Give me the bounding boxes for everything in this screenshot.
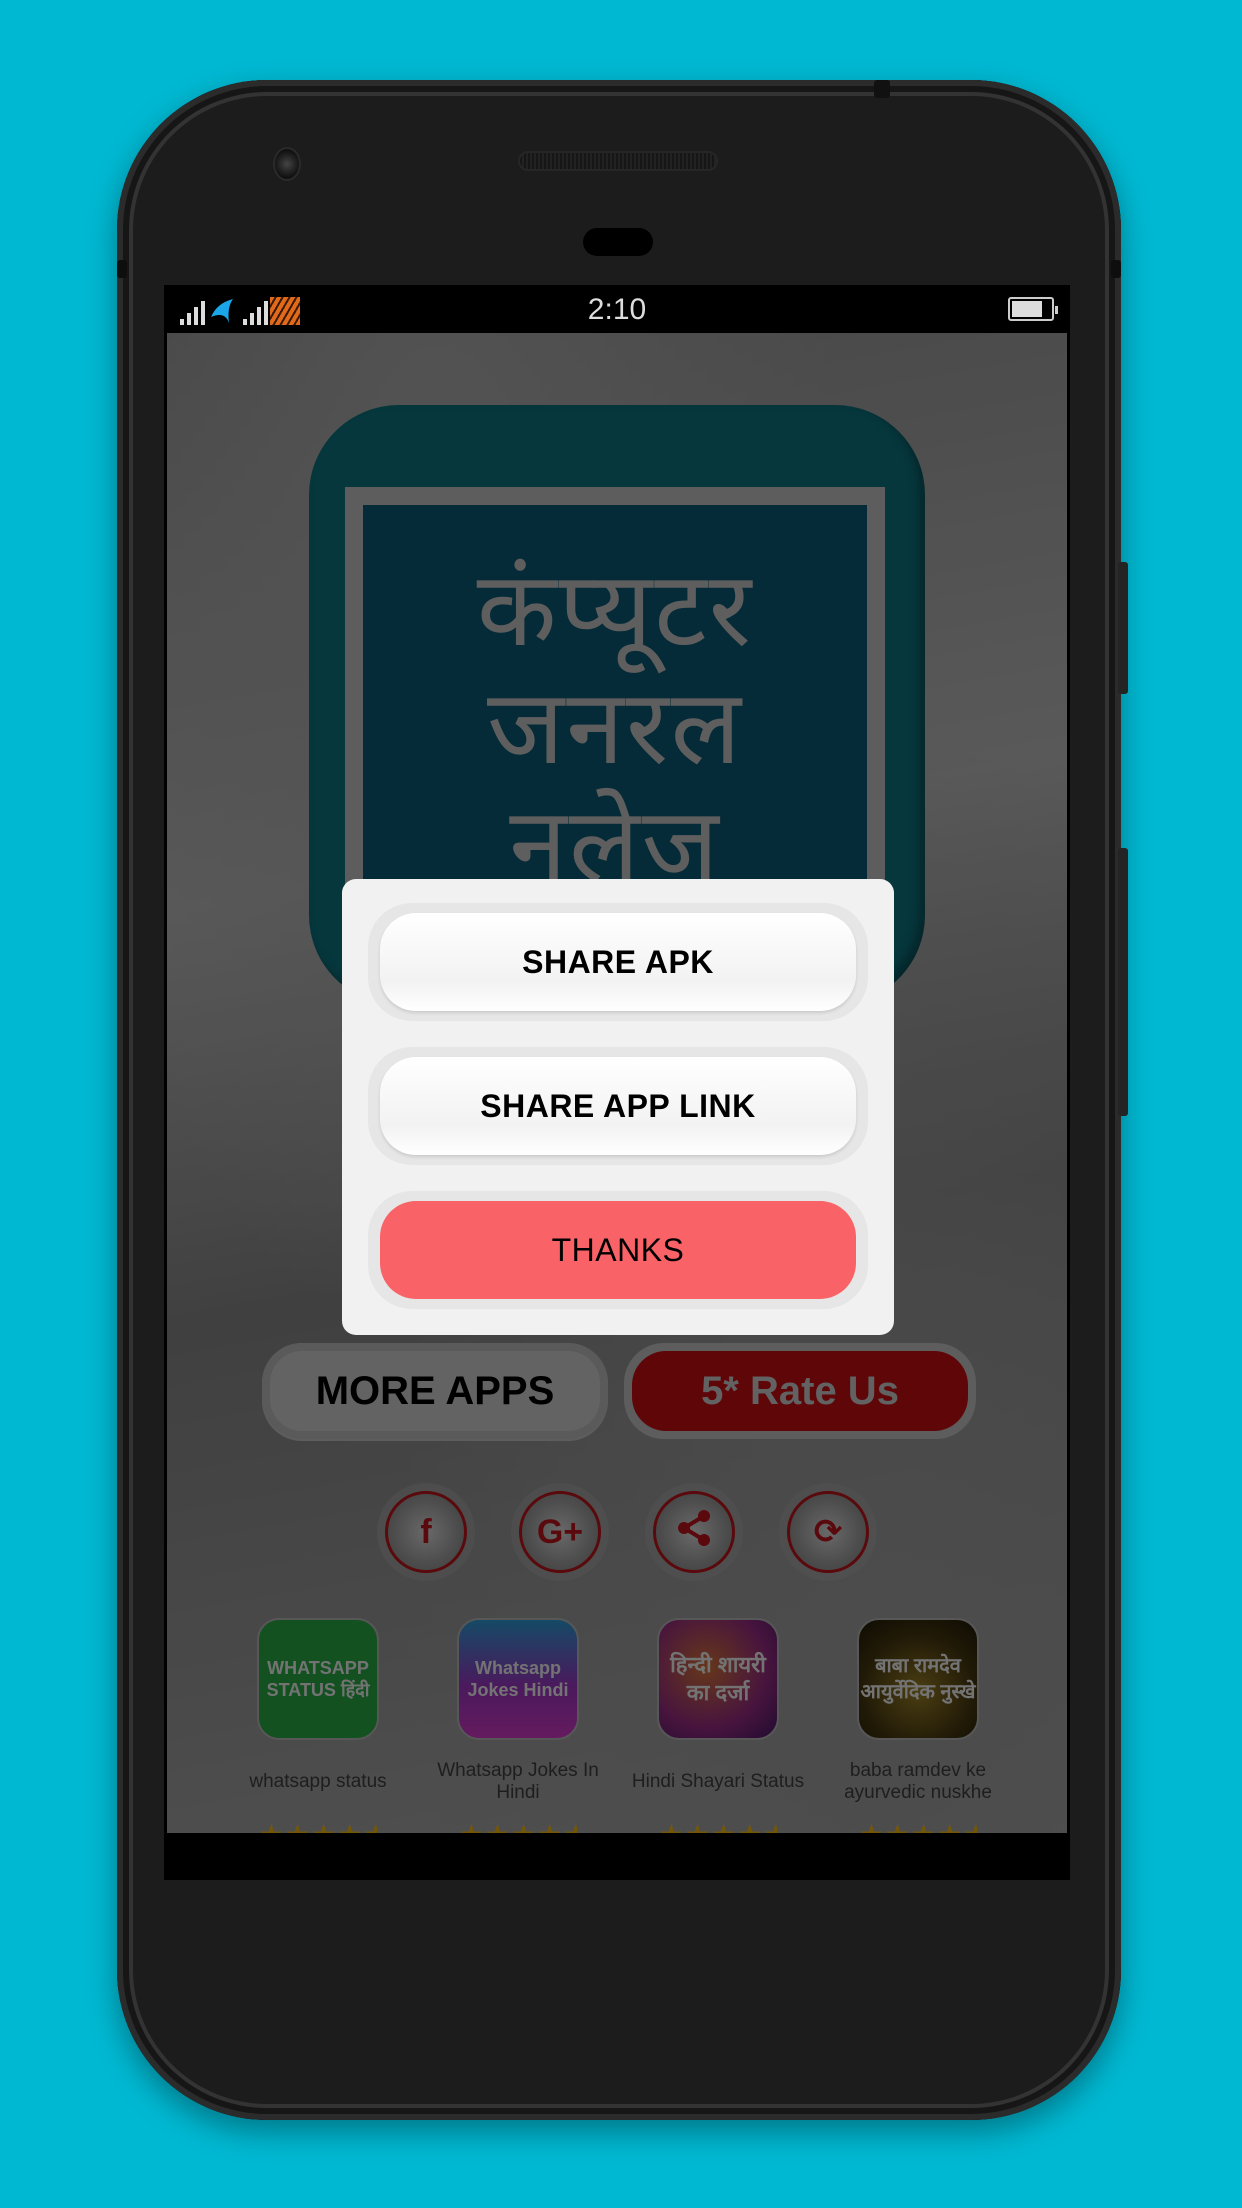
front-camera <box>273 147 301 181</box>
volume-up-button <box>1118 562 1128 694</box>
share-app-link-button-frame: SHARE APP LINK <box>368 1047 868 1165</box>
proximity-sensor <box>583 228 653 256</box>
share-apk-button-frame: SHARE APK <box>368 903 868 1021</box>
thanks-button[interactable]: THANKS <box>380 1201 856 1299</box>
phone-side-detail <box>1111 260 1121 278</box>
phone-screen: 2:10 कंप्यूटर जनरल नलेज MORE APPS 5* Rat… <box>164 285 1070 1880</box>
thanks-button-frame: THANKS <box>368 1191 868 1309</box>
power-button <box>1118 848 1128 1116</box>
earpiece-speaker <box>518 151 718 171</box>
phone-top-notch <box>874 80 890 98</box>
battery-icon <box>1008 297 1058 321</box>
share-apk-button[interactable]: SHARE APK <box>380 913 856 1011</box>
status-time: 2:10 <box>587 293 647 326</box>
phone-side-detail <box>117 260 127 278</box>
status-bar: 2:10 <box>164 285 1070 333</box>
share-app-link-button[interactable]: SHARE APP LINK <box>380 1057 856 1155</box>
share-dialog: SHARE APK SHARE APP LINK THANKS <box>342 879 894 1335</box>
navigation-area <box>164 1836 1070 1880</box>
